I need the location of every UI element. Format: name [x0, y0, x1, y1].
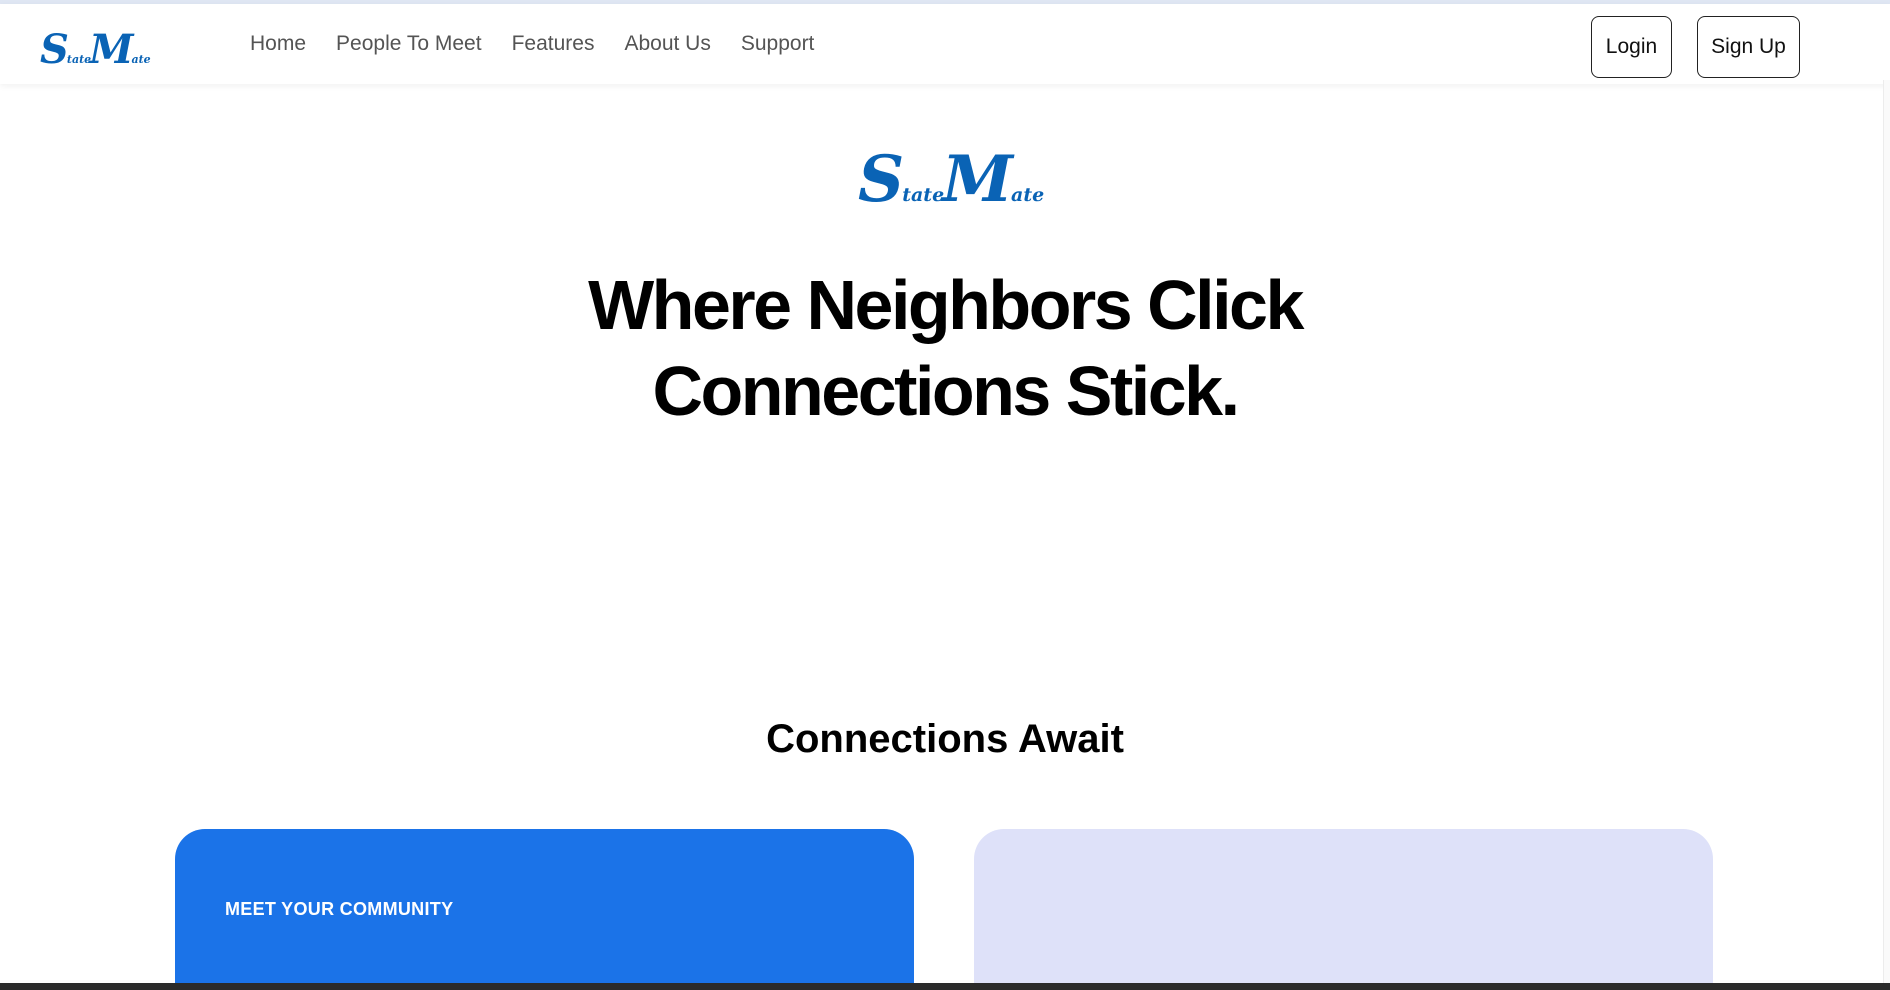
login-button[interactable]: Login	[1591, 16, 1672, 78]
meet-community-card[interactable]: MEET YOUR COMMUNITY	[175, 829, 914, 990]
connections-section-title: Connections Await	[766, 717, 1124, 761]
page: S tate M ate Home People To Meet Feature…	[0, 0, 1890, 990]
navbar: S tate M ate Home People To Meet Feature…	[0, 4, 1890, 84]
logo-letter-m: M	[942, 142, 1014, 217]
bottom-border	[0, 983, 1890, 990]
signup-button[interactable]: Sign Up	[1697, 16, 1800, 78]
nav-logo[interactable]: S tate M ate	[40, 26, 151, 73]
connections-card-secondary[interactable]	[974, 829, 1713, 990]
meet-community-card-label: MEET YOUR COMMUNITY	[225, 899, 454, 919]
logo-text-ate: ate	[1011, 184, 1045, 206]
nav-link-features[interactable]: Features	[512, 32, 595, 56]
logo-letter-s: S	[40, 26, 69, 73]
hero-title-line-2: Connections Stick.	[652, 352, 1240, 430]
nav-link-people-to-meet[interactable]: People To Meet	[336, 32, 482, 56]
nav-link-support[interactable]: Support	[741, 32, 815, 56]
logo-text-ate: ate	[131, 53, 151, 66]
logo-text-tate: tate	[902, 184, 945, 206]
hero-title: Where Neighbors Click Connections Stick.	[445, 262, 1445, 434]
nav-link-about-us[interactable]: About Us	[624, 32, 710, 56]
logo-letter-s: S	[858, 142, 905, 217]
hero-title-line-1: Where Neighbors Click	[588, 266, 1304, 344]
logo-text-tate: tate	[66, 53, 92, 66]
nav-link-home[interactable]: Home	[250, 32, 306, 56]
logo-letter-m: M	[89, 26, 134, 73]
scrollbar-track[interactable]	[1883, 80, 1890, 990]
nav-links: Home People To Meet Features About Us Su…	[250, 32, 814, 56]
hero-logo: S tate M ate	[858, 142, 1045, 217]
